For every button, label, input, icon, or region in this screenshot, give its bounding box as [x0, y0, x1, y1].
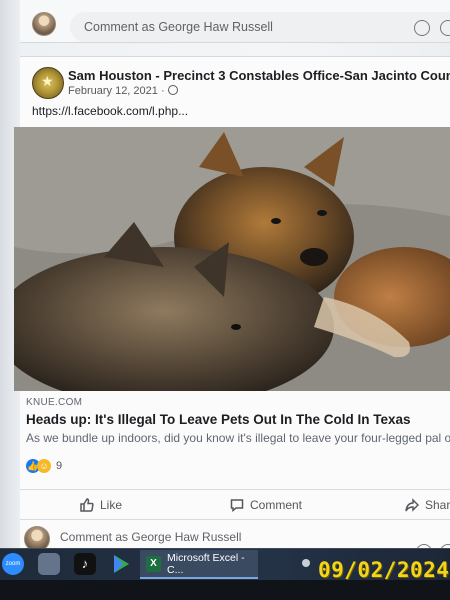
- bottom-comment-input[interactable]: Comment as George Haw Russell: [60, 530, 241, 544]
- share-arrow-icon: [405, 498, 419, 512]
- top-comment-icons: [414, 20, 450, 36]
- taskbar-excel-button[interactable]: X Microsoft Excel - C...: [140, 550, 258, 579]
- page-name-link[interactable]: Sam Houston - Precinct 3 Constables Offi…: [68, 68, 450, 83]
- emoji-icon[interactable]: [414, 20, 430, 36]
- top-comment-input[interactable]: Comment as George Haw Russell: [70, 12, 450, 42]
- thumbs-up-icon: [80, 498, 94, 512]
- haha-reaction-icon: ☺: [37, 459, 51, 473]
- globe-icon: [167, 85, 178, 95]
- tiktok-app-icon[interactable]: ♪: [74, 553, 96, 575]
- bottom-comment-row: Comment as George Haw Russell: [20, 519, 450, 548]
- top-comment-row: Comment as George Haw Russell: [20, 0, 450, 43]
- speech-bubble-icon: [230, 499, 244, 512]
- link-preview-image[interactable]: [14, 127, 450, 391]
- play-store-icon[interactable]: [110, 553, 132, 575]
- monitor-bezel: [0, 580, 450, 600]
- link-domain: KNUE.COM: [26, 397, 83, 408]
- photo-datestamp: 09/02/2024: [318, 558, 450, 582]
- post-actions-bar: Like Comment Shar: [20, 489, 450, 520]
- calculator-app-icon[interactable]: [38, 553, 60, 575]
- top-comment-placeholder: Comment as George Haw Russell: [84, 20, 273, 34]
- post-timestamp[interactable]: February 12, 2021 ·: [68, 85, 178, 97]
- post-date-text: February 12, 2021 ·: [68, 85, 165, 97]
- page-avatar-seal[interactable]: [32, 67, 64, 99]
- reactions-summary[interactable]: 👍 ☺ 9: [26, 459, 62, 473]
- puppies-photo: [14, 127, 450, 391]
- like-label: Like: [100, 498, 123, 512]
- post-text-link[interactable]: https://l.facebook.com/l.php...: [32, 104, 188, 118]
- reactions-count: 9: [56, 460, 63, 472]
- comment-label: Comment: [250, 498, 303, 512]
- comment-button[interactable]: Comment: [230, 498, 302, 512]
- like-button[interactable]: Like: [80, 498, 122, 512]
- camera-icon[interactable]: [440, 20, 450, 36]
- browser-viewport: Comment as George Haw Russell Sam Housto…: [0, 0, 450, 548]
- share-label: Shar: [425, 498, 450, 512]
- zoom-app-icon[interactable]: zoom: [2, 553, 24, 575]
- play-triangle-icon: [114, 555, 129, 573]
- excel-window-label: Microsoft Excel - C...: [167, 551, 245, 576]
- tray-icon[interactable]: [302, 559, 310, 567]
- post-card: Sam Houston - Precinct 3 Constables Offi…: [14, 56, 450, 548]
- user-avatar[interactable]: [24, 526, 50, 548]
- link-title[interactable]: Heads up: It's Illegal To Leave Pets Out…: [26, 412, 411, 427]
- excel-icon: X: [146, 555, 162, 572]
- user-avatar[interactable]: [32, 12, 56, 36]
- share-button[interactable]: Shar: [405, 498, 450, 512]
- link-description: As we bundle up indoors, did you know it…: [26, 431, 450, 445]
